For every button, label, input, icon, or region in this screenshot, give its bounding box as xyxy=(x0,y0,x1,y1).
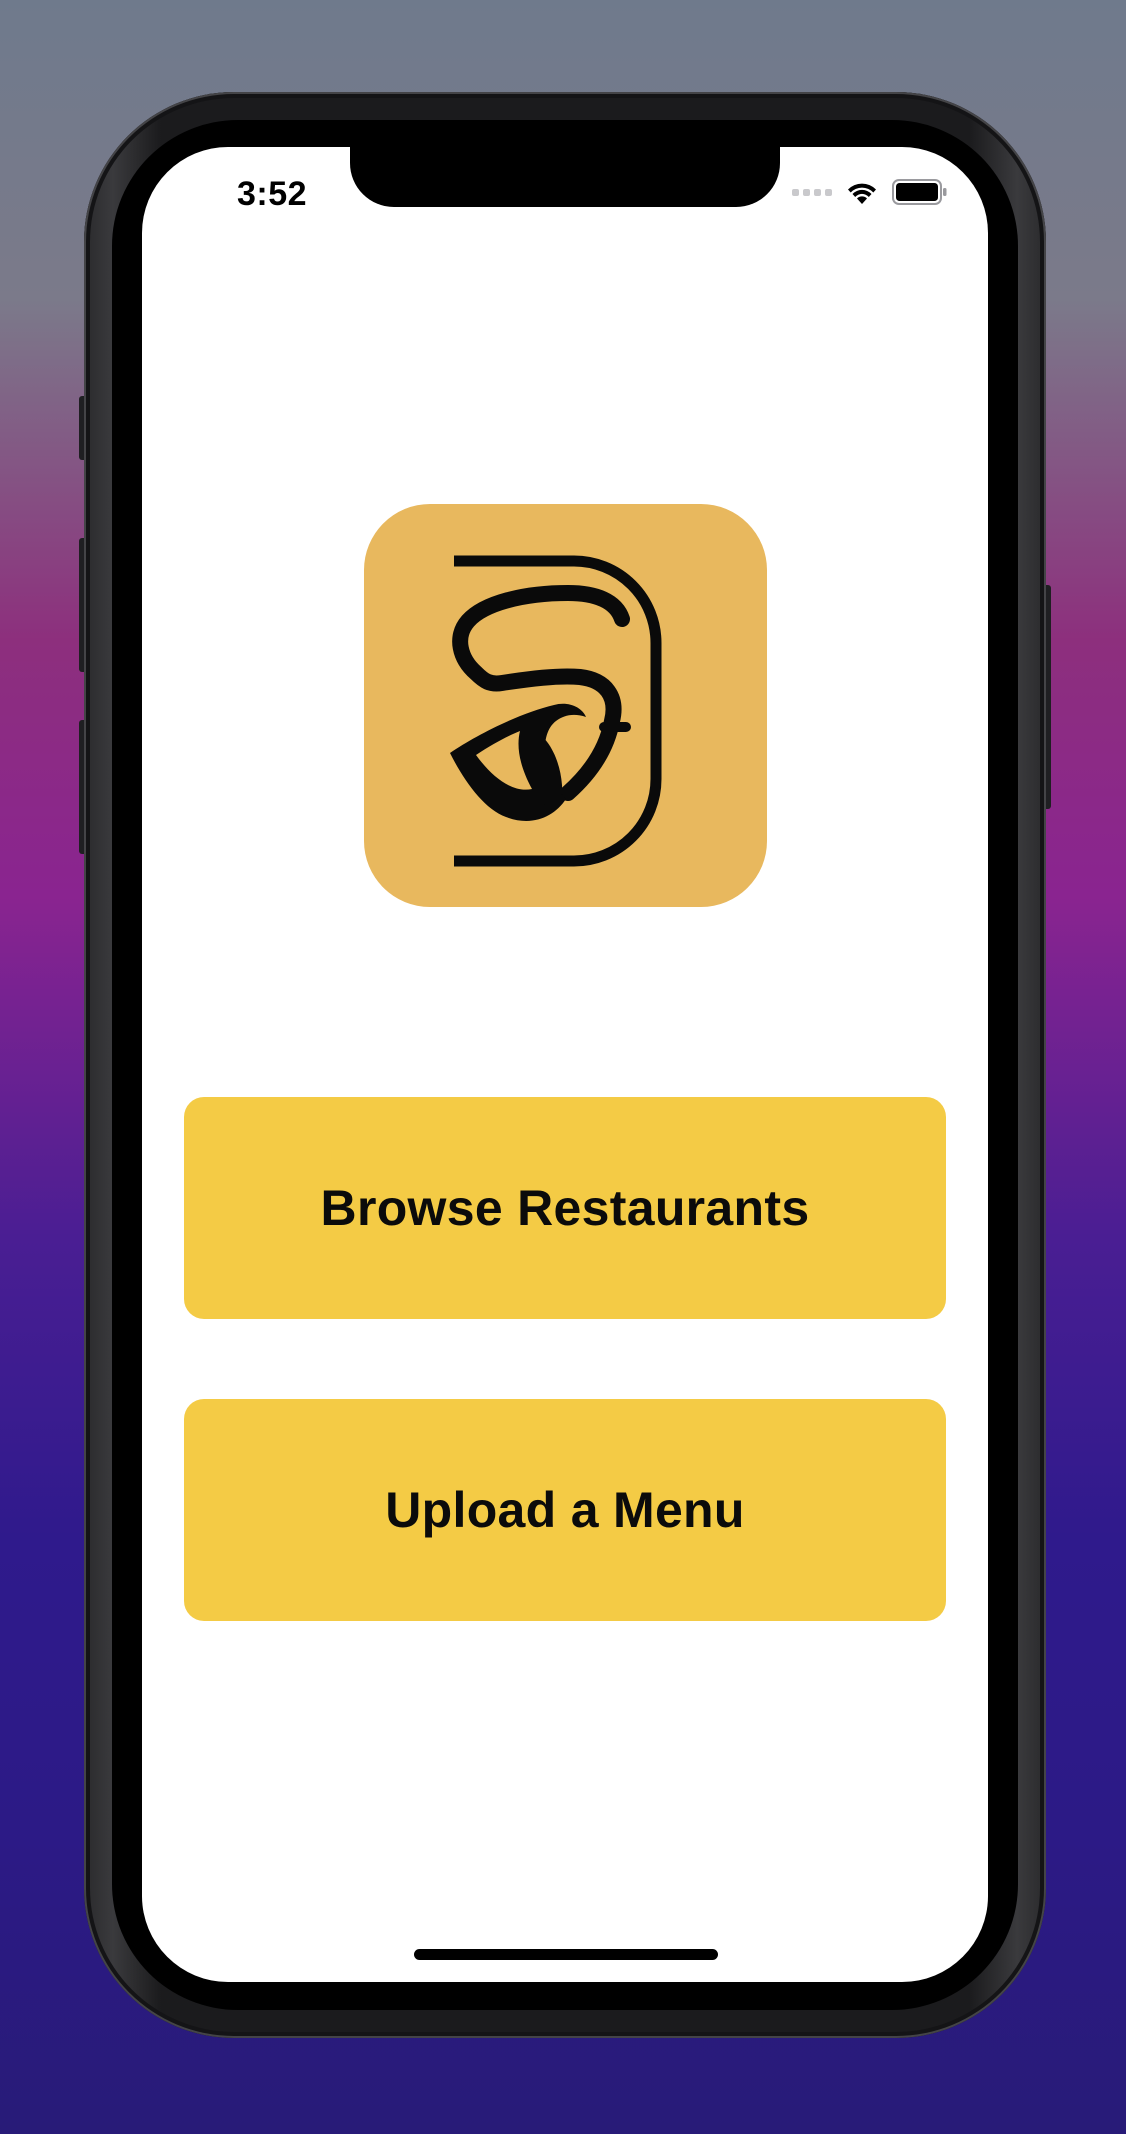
phone-screen: 3:52 Browse Restaurants Upload a Menu xyxy=(142,147,988,1982)
upload-menu-button[interactable]: Upload a Menu xyxy=(184,1399,946,1621)
battery-icon xyxy=(892,179,947,205)
app-logo xyxy=(364,504,767,907)
home-indicator[interactable] xyxy=(414,1949,718,1960)
wifi-icon xyxy=(848,183,876,204)
status-time: 3:52 xyxy=(236,175,308,213)
status-icons xyxy=(792,177,948,207)
notch xyxy=(350,147,780,207)
app-logo-eye-icon xyxy=(449,555,661,866)
cellular-signal-icon xyxy=(792,188,832,196)
browse-restaurants-button[interactable]: Browse Restaurants xyxy=(184,1097,946,1319)
